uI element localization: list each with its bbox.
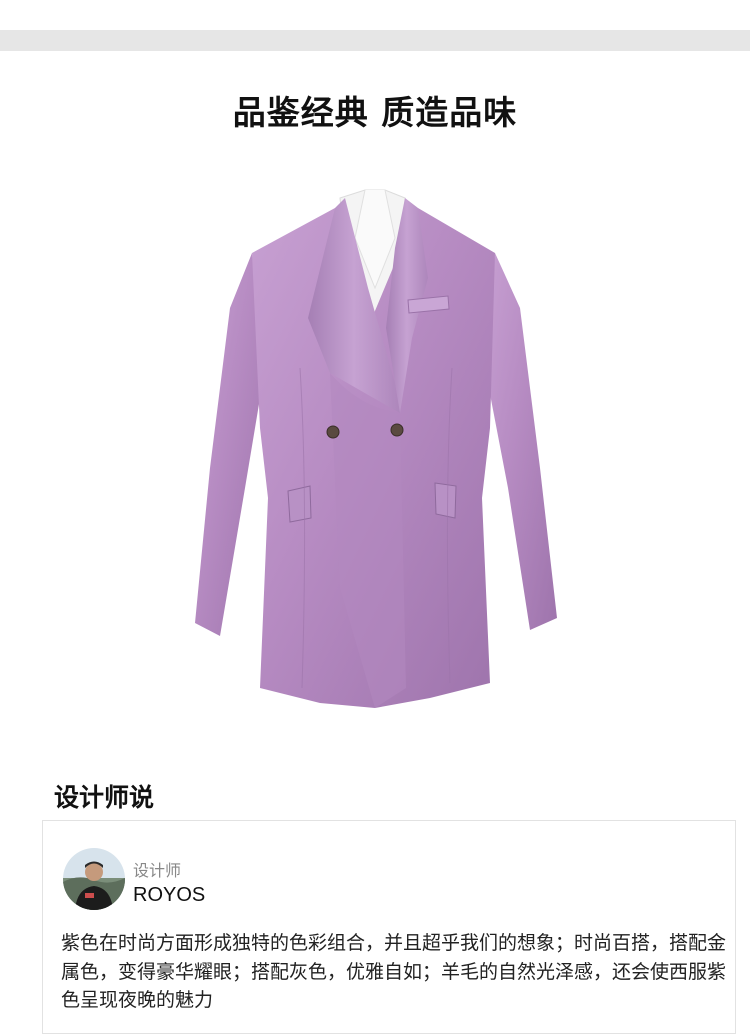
top-divider-bar xyxy=(0,30,750,51)
designer-name: ROYOS xyxy=(133,884,206,906)
designer-quote-text: 紫色在时尚方面形成独特的色彩组合，并且超乎我们的想象；时尚百搭，搭配金属色，变得… xyxy=(61,932,727,1011)
product-image-blazer[interactable] xyxy=(190,168,560,728)
designer-avatar xyxy=(63,848,125,910)
designer-card: 设计师 ROYOS 紫色在时尚方面形成独特的色彩组合，并且超乎我们的想象；时尚百… xyxy=(42,820,736,1034)
page-headline: 品鉴经典 质造品味 xyxy=(232,93,518,132)
designer-role-label: 设计师 xyxy=(133,861,182,880)
designer-section-title: 设计师说 xyxy=(54,783,155,812)
